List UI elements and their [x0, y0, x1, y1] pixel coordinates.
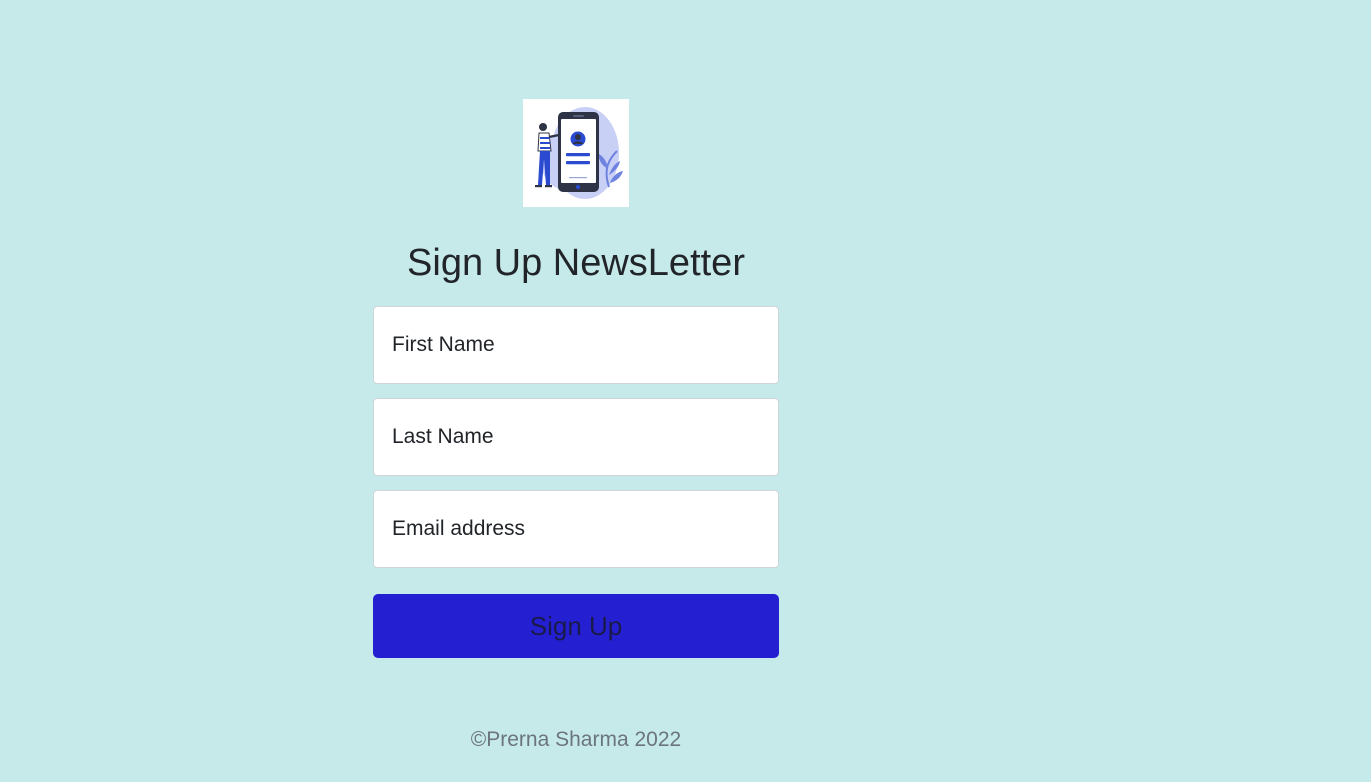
page-title: Sign Up NewsLetter — [407, 242, 745, 284]
first-name-field[interactable] — [373, 306, 779, 384]
sign-up-button[interactable]: Sign Up — [373, 594, 779, 658]
email-field[interactable] — [373, 490, 779, 568]
phone-login-illustration-icon — [535, 107, 623, 199]
signup-illustration-logo — [523, 99, 629, 207]
last-name-field[interactable] — [373, 398, 779, 476]
copyright-text: ©Prerna Sharma 2022 — [470, 728, 682, 751]
page: Sign Up NewsLetter Sign Up ©Prerna Sharm… — [0, 0, 1371, 782]
